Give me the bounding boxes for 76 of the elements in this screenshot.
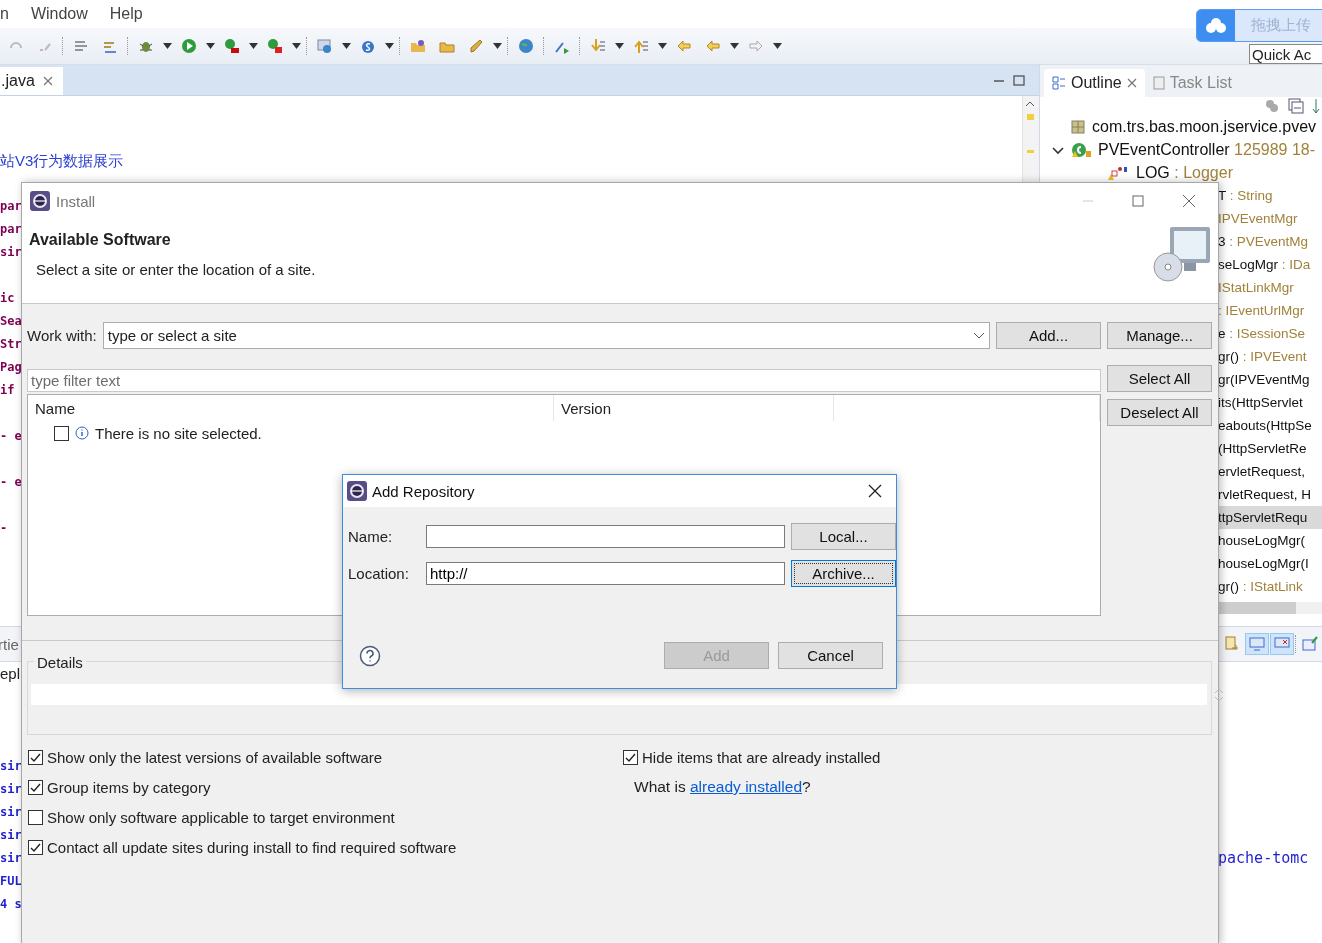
code-line: 站V3行为数据展示 (0, 151, 124, 171)
quick-access-field[interactable]: Quick Ac (1249, 44, 1322, 64)
code-line: ic (0, 290, 15, 307)
field-label: Location: (348, 565, 410, 582)
outline-item-label: 3 : PVEventMg (1218, 234, 1309, 249)
upload-label: 拖拽上传 (1250, 15, 1311, 35)
outline-item-label: houseLogMgr(I (1218, 556, 1309, 571)
console-line: sir (0, 850, 22, 865)
console-line: sir (0, 827, 22, 842)
column-header[interactable]: Name (28, 395, 554, 421)
option-label: Hide items that are already installed (642, 748, 881, 766)
outline-item-label: ttpServletRequ (1218, 510, 1308, 525)
dialog-heading: Available Software (29, 230, 172, 249)
outline-item[interactable]: PVEventController 125989 18- (1040, 138, 1322, 161)
console-line: sir (0, 781, 22, 796)
code-line: Pag (0, 359, 22, 376)
menu-item[interactable]: n (0, 5, 9, 23)
option-label: Group items by category (47, 778, 211, 796)
field-label: Work with: (27, 327, 97, 344)
menu-item[interactable]: Window (30, 5, 88, 23)
manage-button[interactable]: Manage... (1107, 322, 1212, 349)
outline-item-label: LOG : Logger (1136, 163, 1233, 182)
outline-item-label: rvletRequest, H (1218, 487, 1312, 502)
installed-question: What is already installed? (633, 777, 812, 796)
outline-item-label: gr() : IStatLink (1218, 579, 1303, 594)
window-title: Add Repository (372, 482, 475, 500)
code-line: if (0, 382, 15, 399)
console-line: FUL (0, 873, 22, 888)
code-line: Sea (0, 313, 22, 330)
site-combo[interactable]: type or select a site (102, 322, 990, 349)
cancel-button[interactable]: Cancel (778, 642, 883, 669)
outline-item-label: (HttpServletRe (1218, 441, 1307, 456)
filter-field[interactable]: type filter text (27, 369, 1101, 392)
view-tab[interactable]: Outline (1044, 69, 1145, 97)
outline-item-label: gr() : IPVEvent (1218, 349, 1307, 364)
outline-item-label: seLogMgr : IDa (1218, 257, 1311, 272)
outline-item[interactable]: LOG : Logger (1040, 161, 1322, 184)
outline-item-label: ervletRequest, (1218, 464, 1306, 479)
panel-text: epl (0, 664, 21, 684)
select-all-button[interactable]: Select All (1107, 365, 1212, 392)
installed-link[interactable]: already installed (690, 778, 802, 795)
console-line: pache-tomc (1218, 848, 1310, 867)
code-line: - e (0, 428, 22, 445)
option-label: Show only software applicable to target environment (47, 808, 395, 826)
field-label: Name: (348, 528, 394, 545)
group-label: Details (34, 654, 86, 671)
outline-item-label: IPVEventMgr (1218, 211, 1298, 226)
outline-item-label: houseLogMgr( (1218, 533, 1306, 548)
code-line: sir (0, 244, 22, 261)
option-label: Contact all update sites during install to find required software (47, 838, 457, 856)
outline-item-label: IStatLinkMgr (1218, 280, 1294, 295)
console-line: sir (0, 758, 22, 773)
editor-tab[interactable]: .java (0, 67, 63, 95)
console-line: sir (0, 804, 22, 819)
menu-item[interactable]: Help (109, 5, 143, 23)
outline-item-label: com.trs.bas.moon.jservice.pvev (1092, 117, 1317, 136)
column-header[interactable]: Version (554, 395, 834, 421)
dialog-description: Select a site or enter the location of a site. (35, 260, 317, 278)
code-line: - (0, 520, 8, 537)
browse-button[interactable]: Local... (791, 523, 896, 550)
table-cell: There is no site selected. (95, 424, 262, 442)
console-line: 4 s (0, 896, 22, 911)
code-line: Str (0, 336, 22, 353)
browse-button[interactable]: Archive... (791, 560, 896, 587)
window-title: Install (56, 192, 96, 210)
deselect-all-button[interactable]: Deselect All (1107, 399, 1212, 426)
code-line: par (0, 221, 22, 238)
add-button[interactable]: Add... (996, 322, 1101, 349)
text-field[interactable]: http:// (426, 562, 785, 585)
option-label: Show only the latest versions of available software (47, 748, 383, 766)
code-line: par (0, 198, 22, 215)
outline-item-label: : IEventUrlMgr (1218, 303, 1305, 318)
code-line: - e (0, 474, 22, 491)
outline-item[interactable]: com.trs.bas.moon.jservice.pvev (1040, 115, 1322, 138)
outline-item-label: PVEventController 125989 18- (1098, 140, 1316, 159)
outline-item-label: eabouts(HttpSe (1218, 418, 1312, 433)
